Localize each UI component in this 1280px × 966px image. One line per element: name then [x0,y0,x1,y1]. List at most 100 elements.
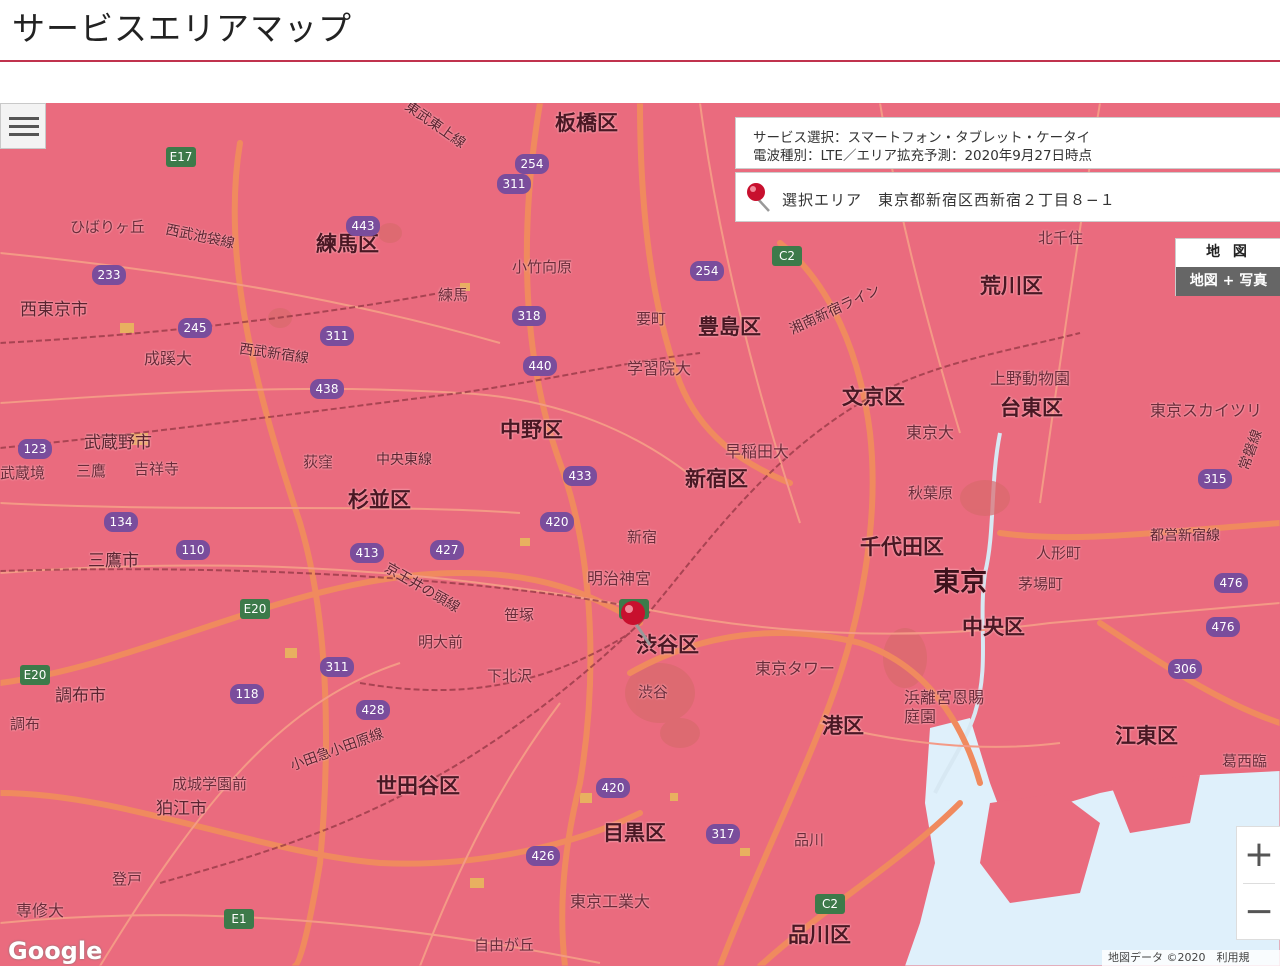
ward-label-chiyoda: 千代田区 [860,535,944,559]
route-shield: 438 [310,379,344,399]
poi-tokyo-tech: 東京工業大 [570,892,651,911]
poi-skytree: 東京スカイツリ [1150,401,1263,420]
service-area-map[interactable]: 板橋区 練馬区 豊島区 荒川区 文京区 台東区 中野区 新宿区 杉並区 千代田区… [0,103,1280,966]
zoom-out-button[interactable]: − [1237,884,1280,940]
service-info-panel: サービス選択：スマートフォン・タブレット・ケータイ 電波種別：LTE／エリア拡充… [735,117,1280,169]
station-chofu: 調布 [10,715,41,733]
station-ningyocho: 人形町 [1036,544,1082,562]
route-shield: 110 [176,540,210,560]
zoom-in-button[interactable]: + [1237,827,1280,883]
selected-area-address: 東京都新宿区西新宿２丁目８−１ [878,191,1116,209]
map-type-map-button[interactable]: 地 図 [1176,239,1280,266]
map-menu-button[interactable] [0,103,46,149]
poi-seikei-univ: 成蹊大 [144,349,193,368]
station-kitasenju: 北千住 [1038,229,1084,247]
station-akihabara: 秋葉原 [908,484,954,502]
zoom-control: + − [1236,826,1280,940]
station-hibarigaoka: ひばりヶ丘 [70,218,146,236]
route-shield: E20 [240,599,270,619]
wave-type-text: 電波種別：LTE／エリア拡充予測：2020年9月27日時点 [753,148,1093,164]
route-shield: C2 [815,894,845,914]
route-shield: 427 [430,540,464,560]
poi-hamarikyu: 浜離宮恩賜庭園 [904,688,985,726]
station-shimokitazawa: 下北沢 [487,667,533,685]
poi-tokyo-tower: 東京タワー [755,659,836,678]
route-shield: 311 [497,174,531,194]
station-shinjuku: 新宿 [627,528,658,546]
station-noborito: 登戸 [112,870,143,888]
city-label-komae: 狛江市 [156,799,207,819]
route-shield: 318 [512,306,546,326]
city-label-nishitokyo: 西東京市 [20,300,88,320]
map-type-satellite-button[interactable]: 地図 + 写真 [1176,267,1280,296]
selected-location-pin[interactable] [620,599,656,649]
selected-area-text: 選択エリア 東京都新宿区西新宿２丁目８−１ [782,189,1116,210]
ward-label-shinagawa: 品川区 [788,923,851,947]
poi-tokyo-univ: 東京大 [906,423,955,442]
route-shield: 433 [563,466,597,486]
route-shield: 476 [1206,617,1240,637]
ward-label-meguro: 目黒区 [603,821,666,845]
route-shield: 233 [92,265,126,285]
route-shield: 420 [596,778,630,798]
line-label-chuo-east: 中央東線 [376,452,432,468]
ward-label-chuo: 中央区 [962,615,1025,639]
poi-ueno-zoo: 上野動物園 [990,369,1071,388]
city-label-mitaka: 三鷹市 [88,551,139,571]
route-shield: 123 [18,439,52,459]
ward-label-toshima: 豊島区 [698,315,761,339]
station-meidaimae: 明大前 [418,633,464,651]
station-kichijoji: 吉祥寺 [134,460,180,478]
expressway-east [997,520,1280,541]
line-label-toei-shinjuku: 都営新宿線 [1150,528,1220,544]
route-shield: 245 [178,318,212,338]
ward-label-nerima: 練馬区 [316,232,379,256]
ward-label-setagaya: 世田谷区 [376,774,460,798]
map-type-control: 地 図 地図 + 写真 [1175,238,1280,296]
route-shield: C2 [772,246,802,266]
station-seijogakuenmae: 成城学園前 [172,775,248,793]
ward-label-taito: 台東区 [1000,396,1063,420]
route-shield: 443 [346,216,380,236]
ward-label-shinjuku: 新宿区 [685,467,748,491]
ward-label-arakawa: 荒川区 [980,274,1043,298]
ward-label-nakano: 中野区 [500,418,563,442]
ward-label-minato: 港区 [822,714,864,738]
station-ogikubo: 荻窪 [303,453,334,471]
route-shield: E17 [166,147,196,167]
poi-waseda-univ: 早稲田大 [725,442,790,461]
route-shield: 476 [1214,573,1248,593]
station-kotakemukaihara: 小竹向原 [512,258,573,276]
selected-area-panel[interactable]: 選択エリア 東京都新宿区西新宿２丁目８−１ [735,172,1280,222]
ward-label-suginami: 杉並区 [348,488,411,512]
service-selection-text: サービス選択：スマートフォン・タブレット・ケータイ [753,130,1091,146]
route-shield: 426 [526,846,560,866]
header-divider [0,60,1280,62]
route-shield: 254 [515,154,549,174]
station-jiyugaoka: 自由が丘 [474,936,535,954]
expressway-ring-c2 [717,240,876,966]
route-shield: E1 [224,909,254,929]
google-logo[interactable]: Google [8,937,102,965]
selected-area-label: 選択エリア [782,191,863,209]
ward-label-itabashi: 板橋区 [555,111,618,135]
ward-label-koto: 江東区 [1115,724,1178,748]
route-shield: 118 [230,684,264,704]
route-shield: 317 [706,824,740,844]
poi-meiji-jingu: 明治神宮 [587,569,652,588]
route-shield: 134 [104,512,138,532]
station-musashisakai: 武蔵境 [0,464,46,482]
map-attribution[interactable]: 地図データ ©2020 利用規 [1102,950,1280,966]
route-shield: 254 [690,261,724,281]
route-shield: 311 [320,326,354,346]
station-nerima: 練馬 [438,286,469,304]
station-kayabacho: 茅場町 [1018,575,1064,593]
ward-label-bunkyo: 文京区 [842,385,905,409]
route-shield: 428 [356,700,390,720]
route-shield: 311 [320,657,354,677]
poi-gakushuin-univ: 学習院大 [627,359,692,378]
route-shield: 306 [1168,659,1202,679]
city-label-musashino: 武蔵野市 [84,433,152,453]
station-mitaka: 三鷹 [76,462,107,480]
route-shield: 440 [523,356,557,376]
